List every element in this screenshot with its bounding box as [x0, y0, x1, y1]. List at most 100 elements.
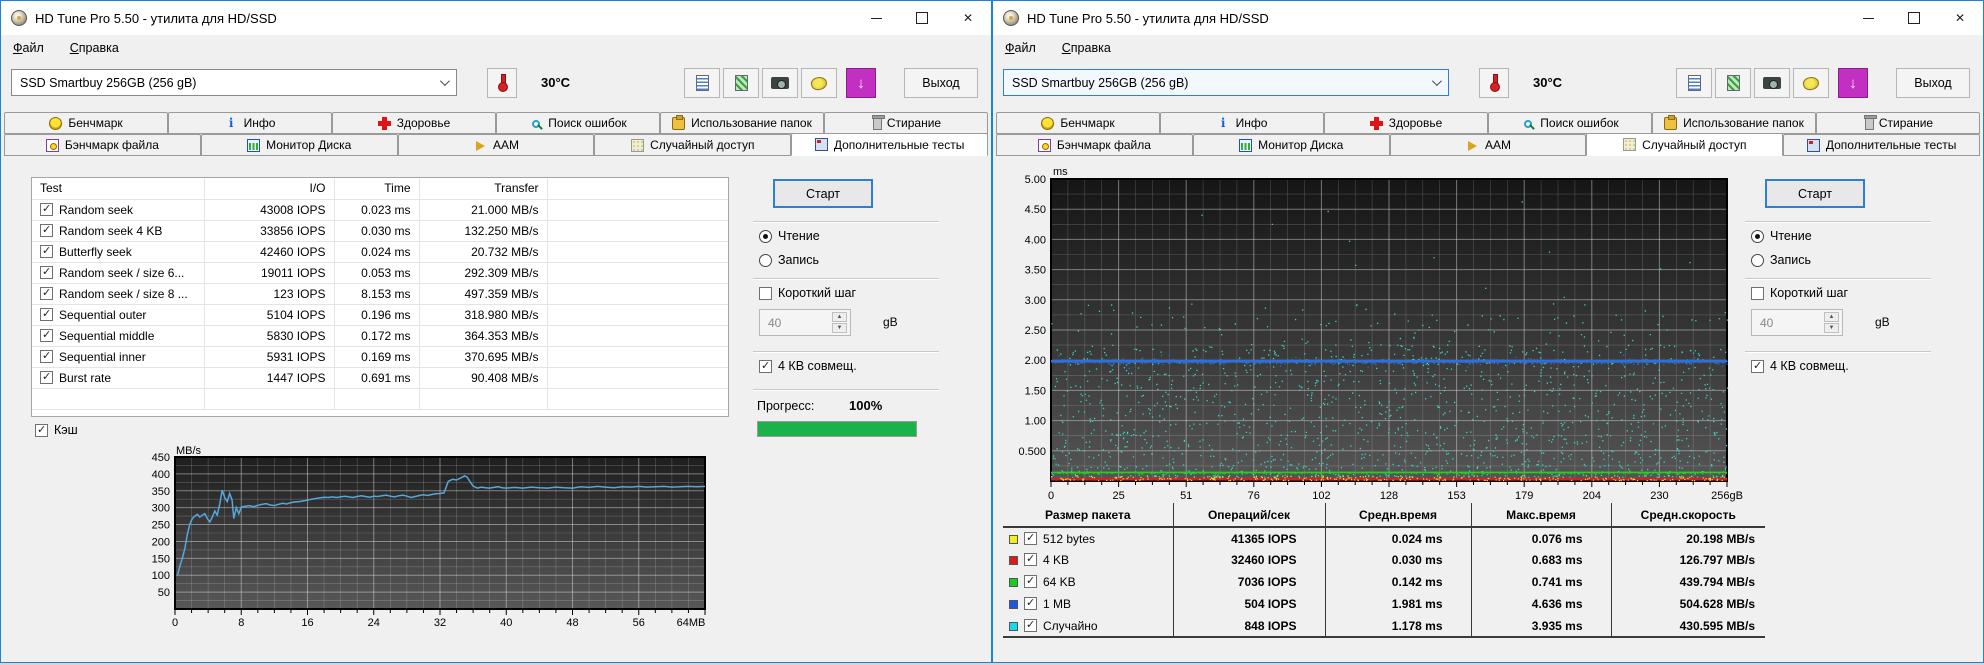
- read-radio[interactable]: [759, 229, 772, 243]
- combine-4kb-checkbox[interactable]: [1751, 359, 1764, 373]
- packet-checkbox[interactable]: [1024, 552, 1037, 566]
- screenshot-button[interactable]: [762, 68, 798, 98]
- read-radio-row[interactable]: Чтение: [759, 229, 820, 243]
- combine-4kb-row[interactable]: 4 КВ совмещ.: [1751, 359, 1849, 373]
- tab[interactable]: Здоровье: [332, 112, 496, 134]
- tab[interactable]: Бэнчмарк файла: [996, 134, 1193, 156]
- tab[interactable]: Здоровье: [1324, 112, 1488, 134]
- write-radio-row[interactable]: Запись: [1751, 253, 1811, 267]
- table-row[interactable]: Burst rate 1447 IOPS 0.691 ms 90.408 MB/…: [32, 367, 728, 389]
- save-button[interactable]: [1793, 68, 1829, 98]
- test-checkbox[interactable]: [40, 223, 53, 237]
- exit-button[interactable]: Выход: [1896, 68, 1970, 98]
- spin-down-icon[interactable]: ▼: [1824, 323, 1839, 333]
- column-header[interactable]: Time: [334, 178, 420, 200]
- write-radio[interactable]: [1751, 253, 1764, 267]
- table-row[interactable]: 64 KB 7036 IOPS 0.142 ms 0.741 ms 439.79…: [1003, 571, 1765, 593]
- short-step-checkbox[interactable]: [759, 286, 772, 300]
- tab[interactable]: Использование папок: [1652, 112, 1816, 134]
- tab[interactable]: Случайный доступ: [594, 134, 792, 156]
- copy-text-button[interactable]: [684, 68, 720, 98]
- menu-help[interactable]: Справка: [1062, 41, 1111, 55]
- column-header[interactable]: Операций/сек: [1173, 503, 1326, 528]
- table-row[interactable]: Sequential middle 5830 IOPS 0.172 ms 364…: [32, 325, 728, 347]
- table-row[interactable]: Sequential outer 5104 IOPS 0.196 ms 318.…: [32, 304, 728, 326]
- update-button[interactable]: [846, 68, 876, 98]
- read-radio[interactable]: [1751, 229, 1764, 243]
- close-button[interactable]: [945, 1, 991, 35]
- table-row[interactable]: Random seek / size 8 ... 123 IOPS 8.153 …: [32, 283, 728, 305]
- tab[interactable]: Бенчмарк: [4, 112, 168, 134]
- test-checkbox[interactable]: [40, 349, 53, 363]
- combine-4kb-checkbox[interactable]: [759, 359, 772, 373]
- read-radio-row[interactable]: Чтение: [1751, 229, 1812, 243]
- title-bar[interactable]: HD Tune Pro 5.50 - утилита для HD/SSD: [993, 1, 1983, 35]
- table-row[interactable]: 1 MB 504 IOPS 1.981 ms 4.636 ms 504.628 …: [1003, 593, 1765, 615]
- short-step-checkbox[interactable]: [1751, 286, 1764, 300]
- combine-4kb-row[interactable]: 4 КВ совмещ.: [759, 359, 857, 373]
- table-row[interactable]: Butterfly seek 42460 IOPS 0.024 ms 20.73…: [32, 241, 728, 263]
- column-header[interactable]: Макс.время: [1471, 503, 1612, 528]
- minimize-button[interactable]: [1845, 1, 1891, 35]
- minimize-button[interactable]: [853, 1, 899, 35]
- table-row[interactable]: 4 KB 32460 IOPS 0.030 ms 0.683 ms 126.79…: [1003, 549, 1765, 571]
- column-header[interactable]: Средн.скорость: [1611, 503, 1765, 528]
- test-checkbox[interactable]: [40, 244, 53, 258]
- tab[interactable]: Дополнительные тесты: [791, 133, 988, 156]
- tab[interactable]: Монитор Диска: [1192, 134, 1390, 156]
- table-row[interactable]: Random seek 4 KB 33856 IOPS 0.030 ms 132…: [32, 220, 728, 242]
- maximize-button[interactable]: [899, 1, 945, 35]
- short-step-row[interactable]: Короткий шаг: [759, 286, 856, 300]
- exit-button[interactable]: Выход: [904, 68, 978, 98]
- title-bar[interactable]: HD Tune Pro 5.50 - утилита для HD/SSD: [1, 1, 991, 35]
- tab[interactable]: Стирание: [1816, 112, 1980, 134]
- write-radio[interactable]: [759, 253, 772, 267]
- tab[interactable]: Случайный доступ: [1586, 133, 1784, 156]
- tab[interactable]: Поиск ошибок: [1488, 112, 1652, 134]
- tab[interactable]: Бенчмарк: [996, 112, 1160, 134]
- table-row[interactable]: Random seek / size 6... 19011 IOPS 0.053…: [32, 262, 728, 284]
- spin-up-icon[interactable]: ▲: [832, 312, 847, 322]
- test-checkbox[interactable]: [40, 328, 53, 342]
- spin-up-icon[interactable]: ▲: [1824, 312, 1839, 322]
- copy-text-button[interactable]: [1676, 68, 1712, 98]
- cache-checkbox[interactable]: [35, 423, 48, 437]
- column-header[interactable]: Transfer: [419, 178, 548, 200]
- maximize-button[interactable]: [1891, 1, 1937, 35]
- column-header[interactable]: Test: [32, 178, 205, 200]
- tab[interactable]: Стирание: [824, 112, 988, 134]
- spin-down-icon[interactable]: ▼: [832, 323, 847, 333]
- copy-image-button[interactable]: [1715, 68, 1751, 98]
- tab[interactable]: Монитор Диска: [200, 134, 398, 156]
- tab[interactable]: AAM: [397, 134, 595, 156]
- cache-checkbox-row[interactable]: Кэш: [35, 423, 78, 437]
- test-checkbox[interactable]: [40, 265, 53, 279]
- tab[interactable]: Инфо: [168, 112, 332, 134]
- save-button[interactable]: [801, 68, 837, 98]
- start-button[interactable]: Старт: [1765, 179, 1865, 208]
- tab[interactable]: AAM: [1389, 134, 1587, 156]
- tab[interactable]: Бэнчмарк файла: [4, 134, 201, 156]
- close-button[interactable]: [1937, 1, 1983, 35]
- screenshot-button[interactable]: [1754, 68, 1790, 98]
- tab[interactable]: Использование папок: [660, 112, 824, 134]
- test-checkbox[interactable]: [40, 370, 53, 384]
- table-row[interactable]: 512 bytes 41365 IOPS 0.024 ms 0.076 ms 2…: [1003, 527, 1765, 549]
- table-row[interactable]: Random seek 43008 IOPS 0.023 ms 21.000 M…: [32, 199, 728, 221]
- write-radio-row[interactable]: Запись: [759, 253, 819, 267]
- test-checkbox[interactable]: [40, 307, 53, 321]
- tab[interactable]: Поиск ошибок: [496, 112, 660, 134]
- temperature-button[interactable]: [1479, 68, 1509, 98]
- test-checkbox[interactable]: [40, 202, 53, 216]
- drive-select[interactable]: SSD Smartbuy 256GB (256 gB): [11, 69, 457, 96]
- menu-file[interactable]: Файл: [13, 41, 44, 55]
- column-header[interactable]: I/O: [204, 178, 335, 200]
- packet-checkbox[interactable]: [1024, 596, 1037, 610]
- packet-checkbox[interactable]: [1024, 574, 1037, 588]
- tab[interactable]: Инфо: [1160, 112, 1324, 134]
- tab[interactable]: Дополнительные тесты: [1783, 134, 1980, 156]
- menu-file[interactable]: Файл: [1005, 41, 1036, 55]
- packet-checkbox[interactable]: [1024, 531, 1037, 545]
- drive-select[interactable]: SSD Smartbuy 256GB (256 gB): [1003, 69, 1449, 96]
- update-button[interactable]: [1838, 68, 1868, 98]
